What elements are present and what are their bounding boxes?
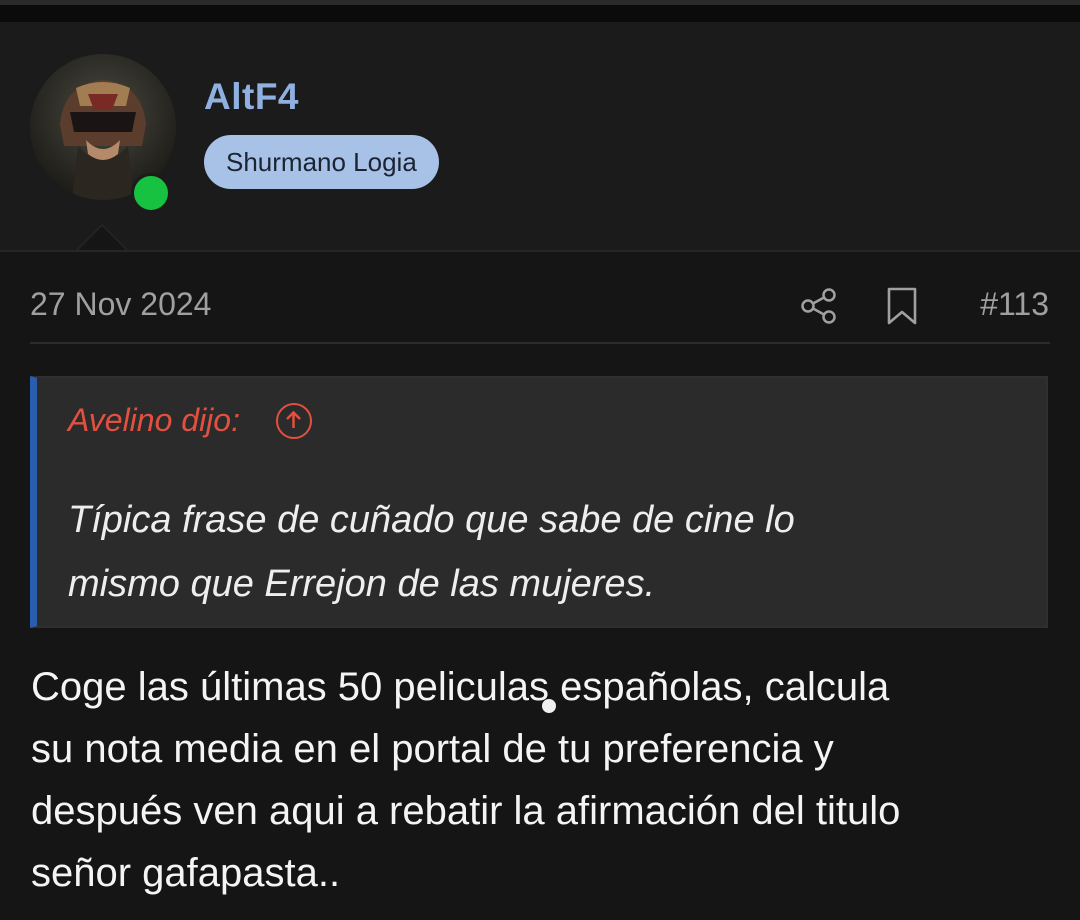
- post-body-line: señor gafapasta..: [31, 851, 341, 895]
- post-body-line: su nota media en el portal de tu prefere…: [31, 727, 834, 771]
- bookmark-icon[interactable]: [884, 286, 920, 326]
- quote-author[interactable]: Avelino dijo:: [68, 402, 240, 439]
- arrow-up-circle-icon[interactable]: [276, 403, 312, 439]
- touch-cursor: [542, 699, 556, 713]
- share-icon[interactable]: [800, 287, 838, 325]
- online-status-icon: [131, 173, 171, 213]
- quote-text: Típica frase de cuñado que sabe de cine …: [68, 488, 1028, 616]
- username[interactable]: AltF4: [204, 76, 299, 118]
- post-body-line: Coge las últimas 50 peliculas españolas,…: [31, 665, 890, 709]
- post-date[interactable]: 27 Nov 2024: [30, 286, 211, 323]
- post-body-line: después ven aqui a rebatir la afirmación…: [31, 789, 901, 833]
- post-number-link[interactable]: #113: [980, 286, 1049, 323]
- quote-line: mismo que Errejon de las mujeres.: [68, 563, 656, 605]
- top-bar-edge: [0, 0, 1080, 5]
- post-body: Coge las últimas 50 peliculas españolas,…: [31, 656, 1051, 904]
- quote-line: Típica frase de cuñado que sabe de cine …: [68, 499, 795, 541]
- user-role-badge: Shurmano Logia: [204, 135, 439, 189]
- header-pointer: [78, 226, 126, 250]
- date-divider: [30, 342, 1050, 344]
